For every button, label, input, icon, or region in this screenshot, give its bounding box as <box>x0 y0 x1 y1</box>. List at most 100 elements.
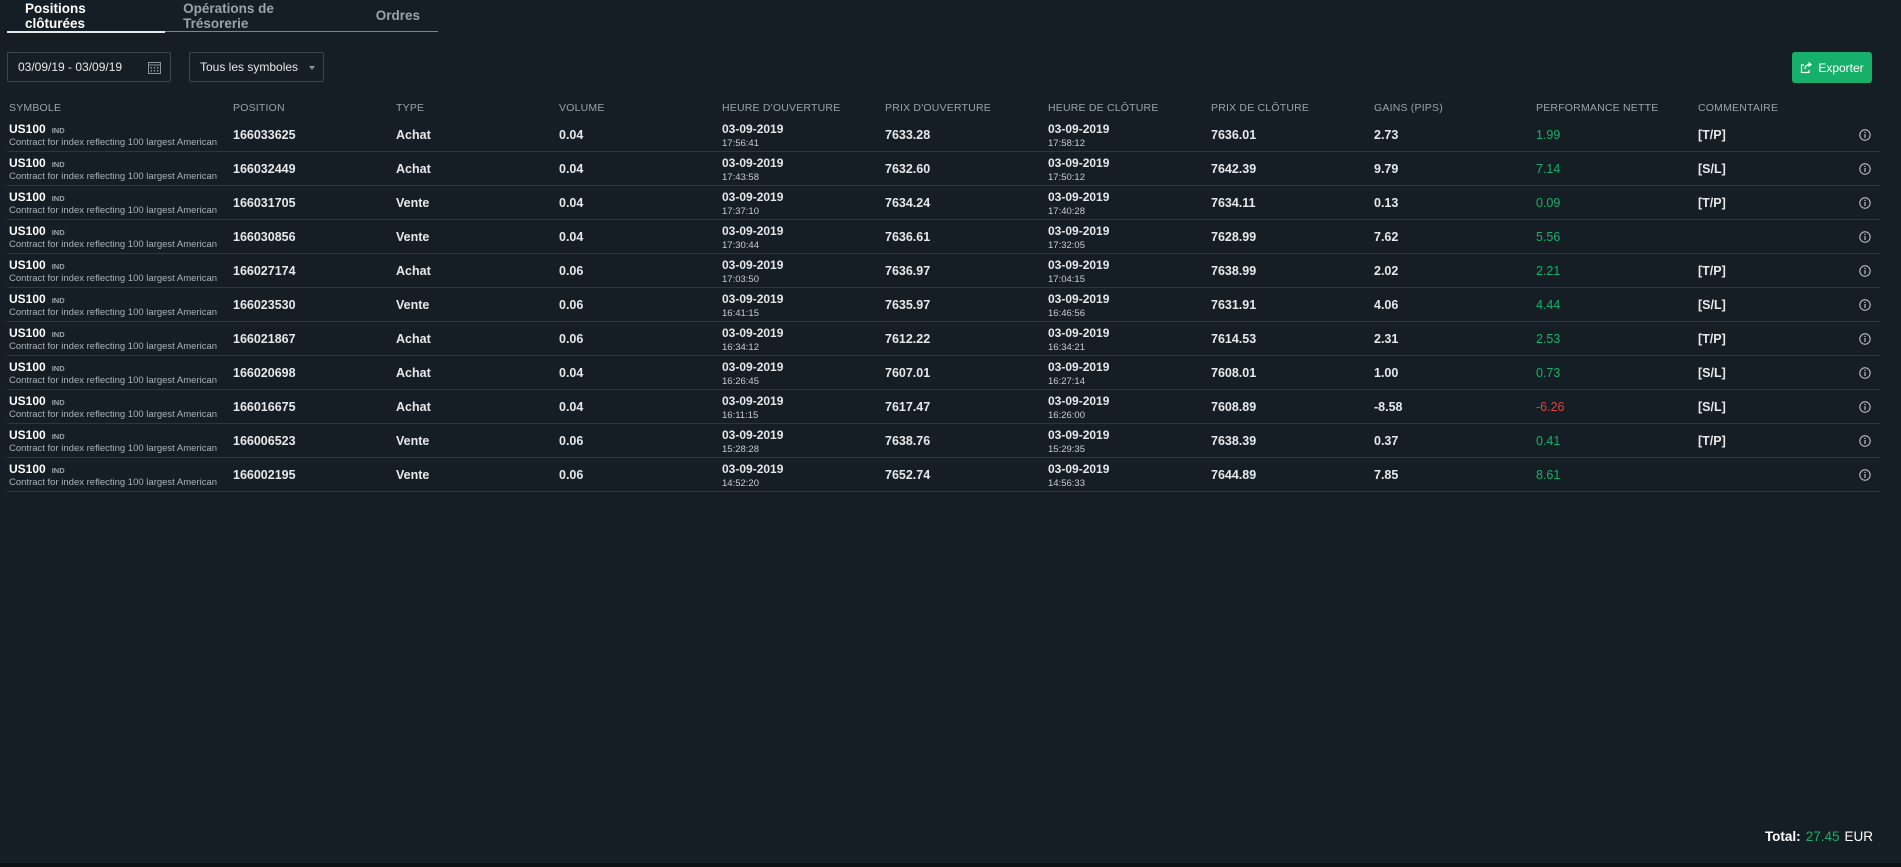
symbol-category-tag: IND <box>51 330 65 339</box>
volume-value: 0.04 <box>559 230 584 244</box>
close-date: 03-09-2019 <box>1048 461 1110 476</box>
close-time: 17:32:05 <box>1048 239 1085 251</box>
symbol-cell: US100 IND Contract for index reflecting … <box>9 152 229 186</box>
symbol-dropdown-value: Tous les symboles <box>200 60 299 74</box>
net-performance: 1.99 <box>1536 128 1561 142</box>
close-date: 03-09-2019 <box>1048 393 1110 408</box>
open-time: 14:52:20 <box>722 477 759 489</box>
position-id: 166002195 <box>233 468 296 482</box>
table-row[interactable]: US100 IND Contract for index reflecting … <box>7 322 1880 356</box>
order-type: Achat <box>396 332 431 346</box>
header-gain[interactable]: GAINS (PIPS) <box>1374 98 1443 118</box>
symbol-description: Contract for index reflecting 100 larges… <box>9 341 218 352</box>
open-time: 16:41:15 <box>722 307 759 319</box>
info-icon[interactable] <box>1859 469 1871 481</box>
info-icon[interactable] <box>1859 197 1871 209</box>
open-price: 7634.24 <box>885 196 931 210</box>
info-icon[interactable] <box>1859 231 1871 243</box>
symbol-category-tag: IND <box>51 364 65 373</box>
symbol-cell: US100 IND Contract for index reflecting … <box>9 186 229 220</box>
comment-value: [T/P] <box>1698 196 1726 210</box>
total-currency: EUR <box>1844 829 1873 844</box>
open-price: 7633.28 <box>885 128 931 142</box>
header-net-performance[interactable]: PERFORMANCE NETTE <box>1536 98 1658 118</box>
table-row[interactable]: US100 IND Contract for index reflecting … <box>7 220 1880 254</box>
info-icon[interactable] <box>1859 435 1871 447</box>
position-id: 166031705 <box>233 196 296 210</box>
table-row[interactable]: US100 IND Contract for index reflecting … <box>7 356 1880 390</box>
table-row[interactable]: US100 IND Contract for index reflecting … <box>7 152 1880 186</box>
close-time: 17:04:15 <box>1048 273 1085 285</box>
order-type: Achat <box>396 366 431 380</box>
close-date: 03-09-2019 <box>1048 257 1110 272</box>
open-time: 17:37:10 <box>722 205 759 217</box>
gain-pips: 7.85 <box>1374 468 1399 482</box>
symbol-dropdown[interactable]: Tous les symboles <box>189 52 324 82</box>
close-price: 7644.89 <box>1211 468 1257 482</box>
close-time: 16:27:14 <box>1048 375 1085 387</box>
info-icon[interactable] <box>1859 401 1871 413</box>
symbol-name: US100 <box>9 224 46 238</box>
header-open-price[interactable]: PRIX D'OUVERTURE <box>885 98 991 118</box>
open-time: 17:03:50 <box>722 273 759 285</box>
open-time: 17:43:58 <box>722 171 759 183</box>
close-time: 17:50:12 <box>1048 171 1085 183</box>
symbol-name: US100 <box>9 394 46 408</box>
table-row[interactable]: US100 IND Contract for index reflecting … <box>7 390 1880 424</box>
symbol-description: Contract for index reflecting 100 larges… <box>9 137 218 148</box>
header-symbol[interactable]: SYMBOLE <box>9 98 229 118</box>
export-button[interactable]: Exporter <box>1792 52 1872 83</box>
info-icon[interactable] <box>1859 163 1871 175</box>
close-price: 7631.91 <box>1211 298 1257 312</box>
header-position[interactable]: POSITION <box>233 98 285 118</box>
header-volume[interactable]: VOLUME <box>559 98 605 118</box>
volume-value: 0.06 <box>559 264 584 278</box>
net-performance: 0.41 <box>1536 434 1561 448</box>
symbol-description: Contract for index reflecting 100 larges… <box>9 307 218 318</box>
symbol-name: US100 <box>9 292 46 306</box>
header-close-price[interactable]: PRIX DE CLÔTURE <box>1211 98 1309 118</box>
info-icon[interactable] <box>1859 265 1871 277</box>
info-icon[interactable] <box>1859 299 1871 311</box>
info-icon[interactable] <box>1859 333 1871 345</box>
volume-value: 0.06 <box>559 434 584 448</box>
tab-closed-positions[interactable]: Positions clôturées <box>7 0 166 33</box>
table-row[interactable]: US100 IND Contract for index reflecting … <box>7 118 1880 152</box>
gain-pips: 0.13 <box>1374 196 1399 210</box>
net-performance: 0.09 <box>1536 196 1561 210</box>
symbol-cell: US100 IND Contract for index reflecting … <box>9 356 229 390</box>
volume-value: 0.04 <box>559 196 584 210</box>
gain-pips: -8.58 <box>1374 400 1403 414</box>
close-price: 7638.39 <box>1211 434 1257 448</box>
tab-orders[interactable]: Ordres <box>358 0 438 32</box>
date-range-picker[interactable]: 03/09/19 - 03/09/19 <box>7 52 171 82</box>
position-id: 166030856 <box>233 230 296 244</box>
info-icon[interactable] <box>1859 367 1871 379</box>
table-row[interactable]: US100 IND Contract for index reflecting … <box>7 186 1880 220</box>
volume-value: 0.04 <box>559 400 584 414</box>
header-type[interactable]: TYPE <box>396 98 424 118</box>
table-row[interactable]: US100 IND Contract for index reflecting … <box>7 288 1880 322</box>
open-date: 03-09-2019 <box>722 223 784 238</box>
order-type: Vente <box>396 196 430 210</box>
tab-treasury-operations[interactable]: Opérations de Trésorerie <box>165 0 358 32</box>
table-row[interactable]: US100 IND Contract for index reflecting … <box>7 424 1880 458</box>
close-price: 7608.01 <box>1211 366 1257 380</box>
header-open-time[interactable]: HEURE D'OUVERTURE <box>722 98 840 118</box>
volume-value: 0.04 <box>559 366 584 380</box>
close-date: 03-09-2019 <box>1048 325 1110 340</box>
open-date: 03-09-2019 <box>722 291 784 306</box>
close-time: 16:34:21 <box>1048 341 1085 353</box>
symbol-category-tag: IND <box>51 160 65 169</box>
bottom-divider <box>0 863 1901 867</box>
net-performance: 8.61 <box>1536 468 1561 482</box>
table-row[interactable]: US100 IND Contract for index reflecting … <box>7 458 1880 492</box>
volume-value: 0.06 <box>559 332 584 346</box>
header-close-time[interactable]: HEURE DE CLÔTURE <box>1048 98 1159 118</box>
comment-value: [S/L] <box>1698 162 1726 176</box>
order-type: Vente <box>396 298 430 312</box>
header-comment[interactable]: COMMENTAIRE <box>1698 98 1778 118</box>
info-icon[interactable] <box>1859 129 1871 141</box>
symbol-name: US100 <box>9 156 46 170</box>
table-row[interactable]: US100 IND Contract for index reflecting … <box>7 254 1880 288</box>
